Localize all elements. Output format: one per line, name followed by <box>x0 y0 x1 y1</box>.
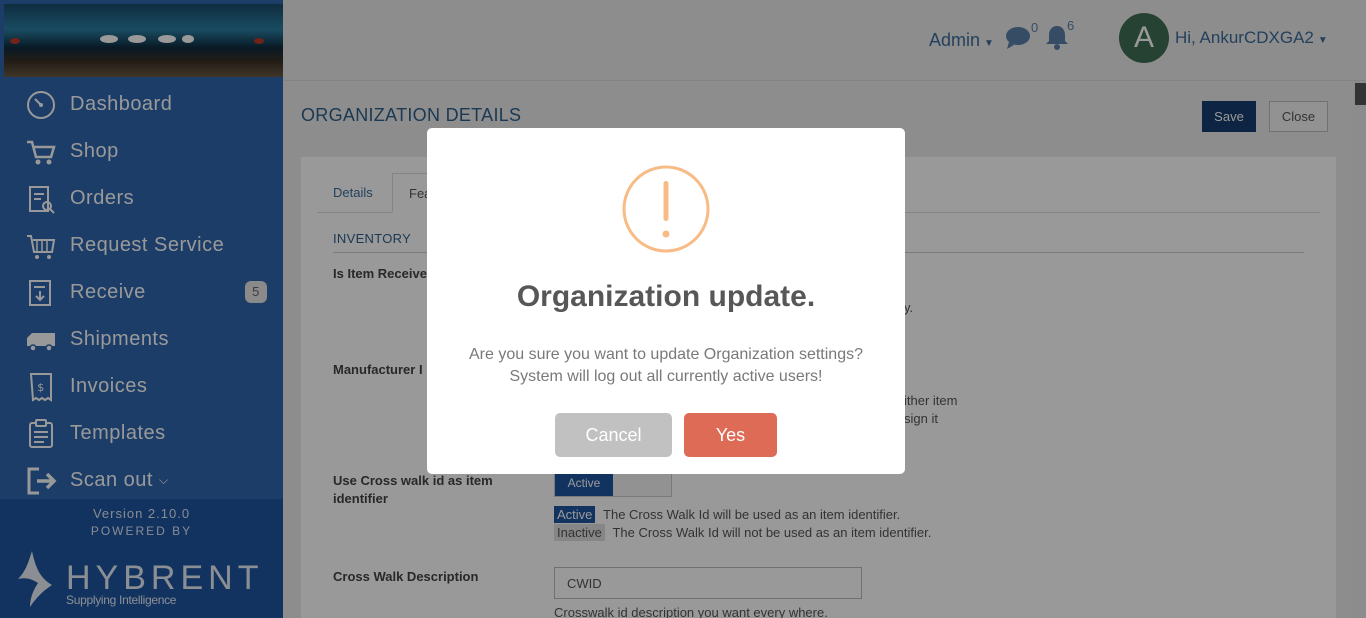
cancel-button[interactable]: Cancel <box>555 413 672 457</box>
dialog-title: Organization update. <box>516 280 816 313</box>
confirm-dialog: Organization update. Are you sure you wa… <box>427 128 905 474</box>
yes-button[interactable]: Yes <box>684 413 777 457</box>
dialog-message-line-1: Are you sure you want to update Organiza… <box>468 346 863 363</box>
warning-icon <box>622 165 710 253</box>
dialog-message: Are you sure you want to update Organiza… <box>427 344 905 388</box>
dialog-message-line-2: System will log out all currently active… <box>509 368 823 385</box>
